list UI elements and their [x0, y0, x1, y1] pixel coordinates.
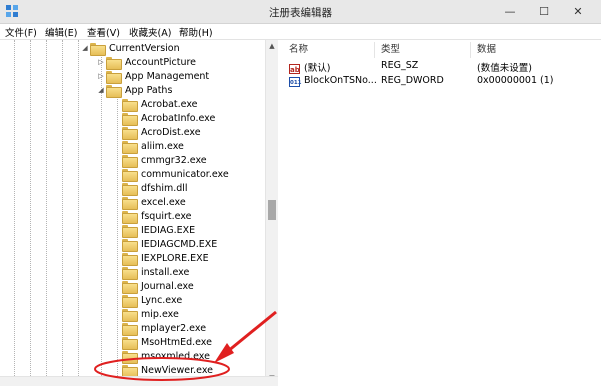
- tree-item[interactable]: excel.exe: [112, 195, 186, 210]
- tree-item[interactable]: AcroDist.exe: [112, 125, 201, 140]
- maximize-button[interactable]: ☐: [527, 2, 561, 22]
- tree-item[interactable]: msoxmled.exe: [112, 349, 210, 364]
- value-name: BlockOnTSNo...: [304, 75, 377, 86]
- menu-file[interactable]: 文件(F): [5, 25, 37, 39]
- folder-icon: [122, 112, 138, 126]
- expand-arrow-icon[interactable]: ▷: [96, 58, 106, 66]
- value-data: (数值未设置): [477, 63, 532, 74]
- tree-item[interactable]: communicator.exe: [112, 167, 229, 182]
- tree-vertical-scrollbar[interactable]: ▲ ▼: [265, 40, 278, 386]
- collapse-arrow-icon[interactable]: ◢: [96, 86, 106, 94]
- folder-icon: [106, 56, 122, 70]
- folder-icon: [122, 266, 138, 280]
- value-row-default[interactable]: ab (默认) REG_SZ (数值未设置): [283, 60, 601, 74]
- menu-edit[interactable]: 编辑(E): [45, 25, 77, 39]
- folder-icon: [122, 238, 138, 252]
- tree-item[interactable]: IEDIAGCMD.EXE: [112, 237, 217, 252]
- folder-icon: [122, 224, 138, 238]
- tree-item-accountpicture[interactable]: ▷ AccountPicture: [96, 55, 196, 70]
- collapse-arrow-icon[interactable]: ◢: [80, 44, 90, 52]
- folder-icon: [122, 280, 138, 294]
- string-value-icon: ab: [289, 64, 300, 74]
- value-name: (默认): [304, 63, 331, 74]
- tree-item[interactable]: mplayer2.exe: [112, 321, 206, 336]
- folder-icon: [122, 182, 138, 196]
- value-data: 0x00000001 (1): [477, 75, 554, 86]
- tree-item[interactable]: fsquirt.exe: [112, 209, 192, 224]
- column-header-name[interactable]: 名称: [283, 42, 375, 58]
- registry-values-pane[interactable]: 名称 类型 数据 ab (默认) REG_SZ (数值未设置) 011 BlockO…: [283, 40, 601, 386]
- tree-item[interactable]: install.exe: [112, 265, 189, 280]
- folder-icon: [122, 308, 138, 322]
- menu-favorites[interactable]: 收藏夹(A): [129, 25, 171, 39]
- column-header-data[interactable]: 数据: [471, 42, 601, 58]
- menu-help[interactable]: 帮助(H): [179, 25, 213, 39]
- folder-open-icon: [90, 42, 106, 56]
- tree-horizontal-scrollbar[interactable]: [0, 376, 278, 386]
- folder-open-icon: [106, 84, 122, 98]
- menu-bar: 文件(F) 编辑(E) 查看(V) 收藏夹(A) 帮助(H): [0, 24, 601, 40]
- value-type: REG_SZ: [381, 60, 419, 71]
- folder-icon: [106, 70, 122, 84]
- folder-icon: [122, 98, 138, 112]
- value-row-blockontsno[interactable]: 011 BlockOnTSNo... REG_DWORD 0x00000001 (…: [283, 75, 601, 89]
- expand-arrow-icon[interactable]: ▷: [96, 72, 106, 80]
- tree-item-newviewer[interactable]: NewViewer.exe: [112, 363, 213, 378]
- tree-item[interactable]: AcrobatInfo.exe: [112, 111, 215, 126]
- folder-icon: [122, 126, 138, 140]
- tree-item[interactable]: Lync.exe: [112, 293, 182, 308]
- folder-icon: [122, 140, 138, 154]
- folder-icon: [122, 168, 138, 182]
- title-bar: 注册表编辑器 — ☐ ✕: [0, 0, 601, 24]
- scroll-up-arrow-icon[interactable]: ▲: [266, 42, 278, 52]
- folder-icon: [122, 364, 138, 378]
- tree-item[interactable]: Journal.exe: [112, 279, 194, 294]
- tree-item[interactable]: MsoHtmEd.exe: [112, 335, 212, 350]
- menu-view[interactable]: 查看(V): [87, 25, 120, 39]
- tree-item-app-paths[interactable]: ◢ App Paths: [96, 83, 172, 98]
- tree-item-app-management[interactable]: ▷ App Management: [96, 69, 209, 84]
- tree-item[interactable]: aliim.exe: [112, 139, 184, 154]
- scrollbar-thumb[interactable]: [268, 200, 276, 220]
- folder-icon: [122, 322, 138, 336]
- folder-icon: [122, 252, 138, 266]
- folder-icon: [122, 350, 138, 364]
- folder-icon: [122, 196, 138, 210]
- registry-tree-pane[interactable]: ◢ CurrentVersion ▷ AccountPicture ▷ App …: [0, 40, 278, 386]
- folder-icon: [122, 336, 138, 350]
- tree-item[interactable]: IEXPLORE.EXE: [112, 251, 209, 266]
- folder-icon: [122, 294, 138, 308]
- tree-item[interactable]: cmmgr32.exe: [112, 153, 207, 168]
- dword-value-icon: 011: [289, 77, 301, 87]
- tree-item[interactable]: dfshim.dll: [112, 181, 188, 196]
- folder-icon: [122, 210, 138, 224]
- tree-item[interactable]: Acrobat.exe: [112, 97, 198, 112]
- tree-item[interactable]: IEDIAG.EXE: [112, 223, 195, 238]
- folder-icon: [122, 154, 138, 168]
- tree-item-currentversion[interactable]: ◢ CurrentVersion: [80, 41, 180, 56]
- value-type: REG_DWORD: [381, 75, 444, 86]
- close-button[interactable]: ✕: [561, 2, 595, 22]
- minimize-button[interactable]: —: [493, 2, 527, 22]
- tree-item[interactable]: mip.exe: [112, 307, 179, 322]
- column-header-type[interactable]: 类型: [375, 42, 471, 58]
